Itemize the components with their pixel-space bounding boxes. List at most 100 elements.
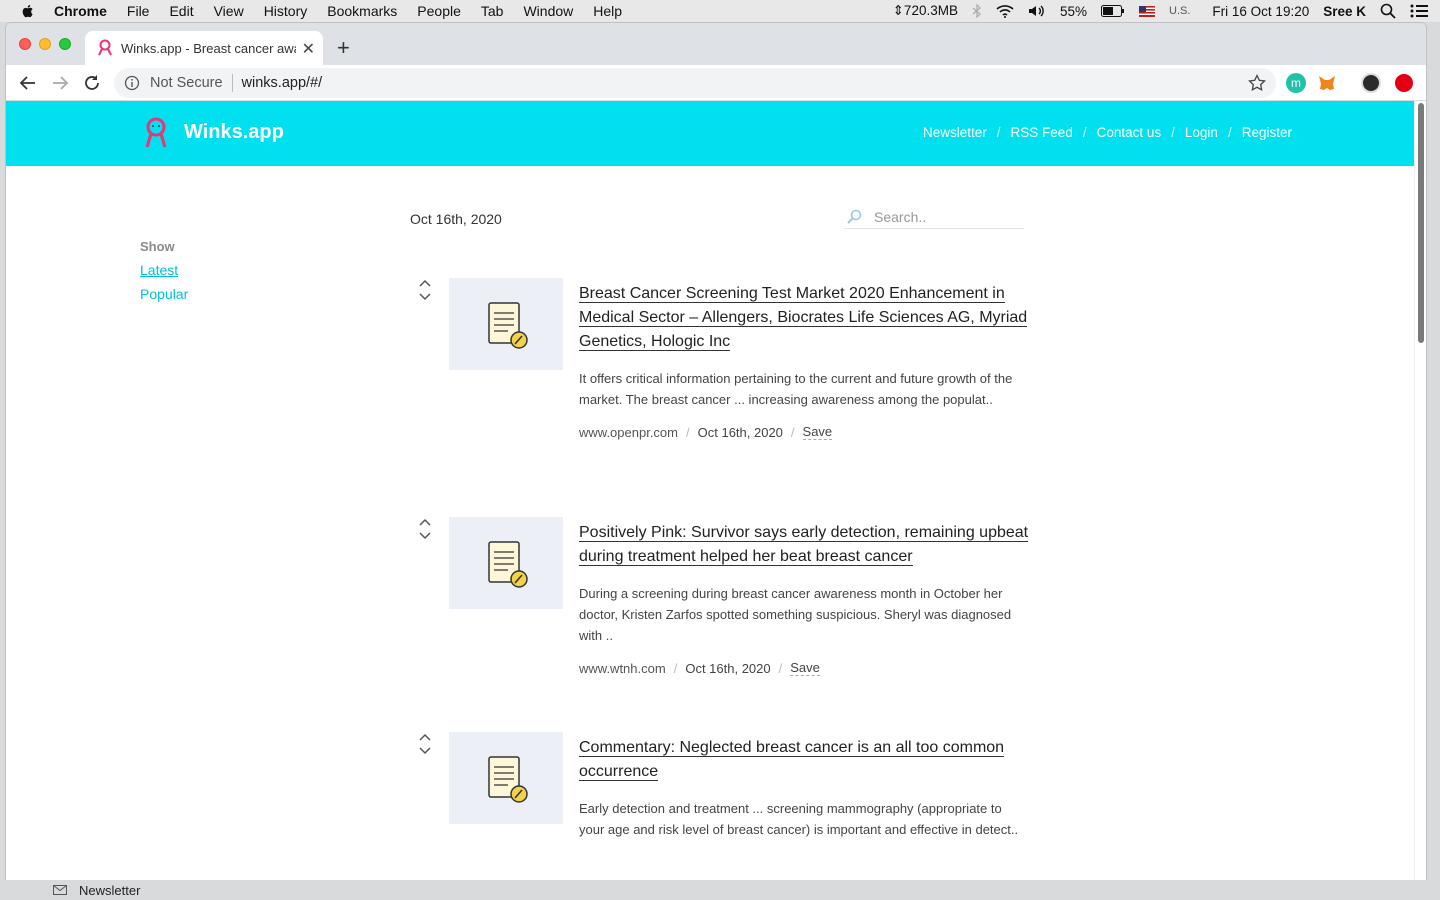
downvote-icon[interactable] xyxy=(418,292,432,302)
menu-window[interactable]: Window xyxy=(523,3,573,19)
search-input[interactable] xyxy=(874,208,1014,225)
mail-icon xyxy=(53,885,67,895)
article-title[interactable]: Breast Cancer Screening Test Market 2020… xyxy=(579,282,1029,354)
winks-favicon-icon xyxy=(98,39,112,56)
profile-avatar[interactable] xyxy=(1361,73,1381,93)
clock[interactable]: Fri 16 Oct 19:20 xyxy=(1212,4,1309,19)
menu-history[interactable]: History xyxy=(264,3,308,19)
address-bar[interactable]: Not Secure winks.app/#/ xyxy=(114,68,1276,98)
downvote-icon[interactable] xyxy=(418,746,432,756)
nav-separator: / xyxy=(1227,125,1232,140)
site-logo-text[interactable]: Winks.app xyxy=(184,121,284,144)
url-text[interactable]: winks.app/#/ xyxy=(242,75,323,91)
browser-window: Winks.app - Breast cancer awareness ✕ + … xyxy=(6,23,1426,880)
date-heading: Oct 16th, 2020 xyxy=(410,211,502,227)
user-name[interactable]: Sree K xyxy=(1323,4,1366,19)
menu-people[interactable]: People xyxy=(417,3,461,19)
menu-edit[interactable]: Edit xyxy=(169,3,193,19)
winks-logo-icon[interactable] xyxy=(144,117,168,151)
nav-login[interactable]: Login xyxy=(1185,125,1218,140)
upvote-icon[interactable] xyxy=(418,732,432,742)
vote-controls xyxy=(418,732,434,760)
scrollbar-thumb[interactable] xyxy=(1418,103,1424,343)
page-scrollbar[interactable] xyxy=(1414,101,1426,880)
tab-active[interactable]: Winks.app - Breast cancer awareness ✕ xyxy=(85,31,323,65)
menu-file[interactable]: File xyxy=(127,3,150,19)
menu-view[interactable]: View xyxy=(214,3,244,19)
bookmark-star-icon[interactable] xyxy=(1248,74,1266,92)
tab-title: Winks.app - Breast cancer awareness xyxy=(121,40,296,56)
forward-icon[interactable] xyxy=(50,73,70,93)
save-button[interactable]: Save xyxy=(802,424,833,440)
vote-controls xyxy=(418,517,434,545)
document-pencil-icon xyxy=(488,756,528,803)
close-tab-icon[interactable]: ✕ xyxy=(302,39,315,59)
upvote-icon[interactable] xyxy=(418,517,432,527)
minimize-window-button[interactable] xyxy=(39,38,51,50)
input-source-label[interactable]: U.S. xyxy=(1169,5,1190,17)
meta-separator: / xyxy=(673,660,678,676)
article-description: Early detection and treatment ... screen… xyxy=(579,801,1019,837)
menu-bookmarks[interactable]: Bookmarks xyxy=(327,3,397,19)
nav-contact-us[interactable]: Contact us xyxy=(1097,125,1162,140)
close-window-button[interactable] xyxy=(19,38,31,50)
nav-rss-feed[interactable]: RSS Feed xyxy=(1011,125,1073,140)
downvote-icon[interactable] xyxy=(418,531,432,541)
background-window-strip: Newsletter xyxy=(0,880,1440,900)
menu-help[interactable]: Help xyxy=(593,3,622,19)
meta-separator: / xyxy=(790,424,795,440)
zoom-window-button[interactable] xyxy=(59,38,71,50)
spotlight-icon[interactable] xyxy=(1380,3,1396,19)
battery-icon[interactable] xyxy=(1101,5,1125,17)
article-thumbnail[interactable] xyxy=(449,278,563,370)
article-title-text[interactable]: Positively Pink: Survivor says early det… xyxy=(579,524,1029,566)
meta-separator: / xyxy=(778,660,783,676)
menu-tab[interactable]: Tab xyxy=(481,3,504,19)
extension-red-icon[interactable] xyxy=(1395,74,1413,92)
nav-register[interactable]: Register xyxy=(1242,125,1292,140)
notification-center-icon[interactable] xyxy=(1410,4,1428,18)
tab-strip: Winks.app - Breast cancer awareness ✕ + xyxy=(6,23,1426,65)
site-header: Winks.app Newsletter / RSS Feed / Contac… xyxy=(6,101,1426,166)
article-source-link[interactable]: www.wtnh.com xyxy=(579,661,666,676)
web-page: Winks.app Newsletter / RSS Feed / Contac… xyxy=(6,101,1426,880)
article-thumbnail[interactable] xyxy=(449,517,563,609)
nav-newsletter[interactable]: Newsletter xyxy=(923,125,987,140)
article-thumbnail[interactable] xyxy=(449,732,563,824)
background-newsletter-label[interactable]: Newsletter xyxy=(79,883,140,898)
nav-separator: / xyxy=(1082,125,1087,140)
us-flag-icon[interactable] xyxy=(1139,5,1156,17)
article-title-text[interactable]: Commentary: Neglected breast cancer is a… xyxy=(579,739,1005,781)
save-button[interactable]: Save xyxy=(790,660,820,676)
article-body: Positively Pink: Survivor says early det… xyxy=(579,521,1029,676)
info-icon[interactable] xyxy=(124,75,140,91)
security-label[interactable]: Not Secure xyxy=(150,75,223,91)
menubar-status-area: ⇕720.3MB 55% U.S. Fri 16 Oct 19:20 Sree … xyxy=(893,0,1440,22)
nav-separator: / xyxy=(1171,125,1175,140)
back-icon[interactable] xyxy=(18,73,38,93)
site-nav: Newsletter / RSS Feed / Contact us / Log… xyxy=(923,125,1292,140)
article-source-link[interactable]: www.openpr.com xyxy=(579,425,678,440)
filter-latest-link[interactable]: Latest xyxy=(140,262,188,278)
wifi-icon[interactable] xyxy=(996,4,1014,18)
bluetooth-icon[interactable] xyxy=(972,4,982,18)
article-title[interactable]: Positively Pink: Survivor says early det… xyxy=(579,521,1029,569)
menu-app-name[interactable]: Chrome xyxy=(54,3,107,19)
new-tab-icon[interactable]: + xyxy=(337,35,350,61)
document-pencil-icon xyxy=(488,302,528,349)
article-description: During a screening during breast cancer … xyxy=(579,586,1012,643)
memory-readout[interactable]: ⇕720.3MB xyxy=(893,3,958,19)
address-separator xyxy=(231,74,233,92)
apple-icon[interactable] xyxy=(20,3,36,19)
extension-m-icon[interactable]: m xyxy=(1286,73,1306,93)
filter-popular-link[interactable]: Popular xyxy=(140,286,188,302)
metamask-fox-icon[interactable] xyxy=(1317,73,1337,93)
reload-icon[interactable] xyxy=(82,73,102,93)
article-title-text[interactable]: Breast Cancer Screening Test Market 2020… xyxy=(579,285,1028,351)
article-title[interactable]: Commentary: Neglected breast cancer is a… xyxy=(579,736,1029,784)
volume-icon[interactable] xyxy=(1028,4,1046,18)
macos-menubar: Chrome File Edit View History Bookmarks … xyxy=(0,0,1440,22)
battery-percent[interactable]: 55% xyxy=(1060,4,1087,19)
upvote-icon[interactable] xyxy=(418,278,432,288)
vote-controls xyxy=(418,278,434,306)
